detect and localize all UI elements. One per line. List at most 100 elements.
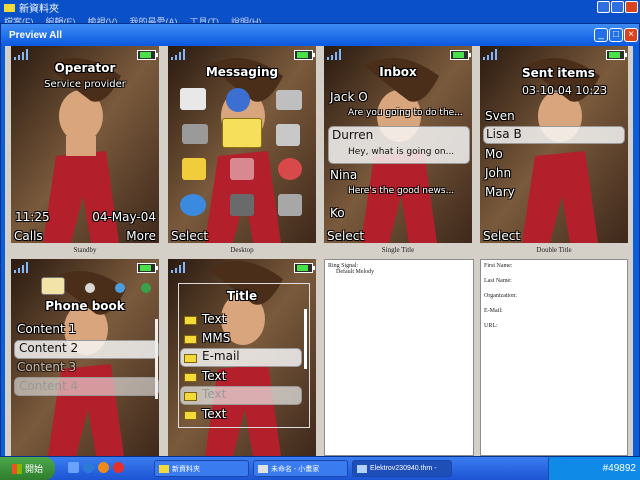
- folder-icon: [184, 316, 197, 325]
- organization-field[interactable]: Organization:: [484, 293, 624, 308]
- inbox-sender[interactable]: Ko: [330, 206, 345, 220]
- list-item-selected[interactable]: E-mail: [202, 349, 240, 363]
- taskbar-button-paint[interactable]: 未命名 - 小畫家: [253, 460, 348, 477]
- inbox-sender-selected[interactable]: Durren: [332, 128, 373, 142]
- tab-dot-icon[interactable]: [141, 283, 151, 293]
- browser-icon[interactable]: [83, 462, 94, 473]
- contact-item[interactable]: Content 3: [17, 360, 76, 374]
- media-player-icon[interactable]: [98, 462, 109, 473]
- scrollbar[interactable]: [304, 309, 307, 369]
- taskbar: 開始 新資料夾 未命名 - 小畫家 Elektrov230940.thm - #…: [0, 457, 640, 480]
- inbox-sender[interactable]: Jack O: [330, 90, 368, 104]
- scrollbar[interactable]: [155, 319, 158, 399]
- first-name-field[interactable]: First Name:: [484, 263, 624, 278]
- desktop-label: Desktop: [230, 246, 254, 254]
- fax-icon[interactable]: [180, 88, 206, 110]
- softkey-calls[interactable]: Calls: [14, 229, 43, 243]
- list-item[interactable]: John: [485, 166, 511, 180]
- taskbar-button-folder[interactable]: 新資料夾: [154, 460, 249, 477]
- folder-icon: [159, 464, 169, 473]
- inbox-preview-selected: Hey, what is going on...: [348, 147, 455, 157]
- close-button[interactable]: ×: [624, 28, 638, 42]
- calendar-icon[interactable]: [230, 194, 254, 216]
- background-close-button[interactable]: [625, 1, 638, 13]
- preview-all-window: Preview All _ □ × Operator Service provi…: [0, 23, 640, 457]
- signal-strength-icon: [327, 49, 341, 60]
- list-item[interactable]: MMS: [202, 331, 230, 345]
- contact-item[interactable]: Content 1: [17, 322, 76, 336]
- list-item[interactable]: Sven: [485, 109, 515, 123]
- single-title-screen[interactable]: Inbox Jack O Are you going to do the... …: [324, 46, 472, 243]
- globe-icon[interactable]: [226, 88, 250, 112]
- contact-item-selected[interactable]: Content 2: [19, 341, 78, 355]
- softkey-more[interactable]: More: [126, 229, 156, 243]
- signal-strength-icon: [171, 49, 185, 60]
- softkey-select[interactable]: Select: [327, 229, 364, 243]
- contact-item[interactable]: Content 4: [19, 379, 78, 393]
- battery-icon: [294, 263, 315, 273]
- signal-strength-icon: [14, 49, 28, 60]
- list-item[interactable]: Mo: [485, 147, 503, 161]
- desktop-shortcut-icon[interactable]: [68, 462, 79, 473]
- background-maximize-button[interactable]: [611, 1, 624, 13]
- standby-screen[interactable]: Operator Service provider 11:25 04-May-0…: [11, 46, 159, 243]
- background-title-text: 新資料夾: [19, 4, 59, 15]
- quick-launch: [68, 462, 124, 473]
- softkey-select[interactable]: Select: [483, 229, 520, 243]
- url-field[interactable]: URL:: [484, 323, 624, 338]
- email-field[interactable]: E-Mail:: [484, 308, 624, 323]
- list-item-selected[interactable]: Lisa B: [486, 127, 522, 141]
- folder-icon: [4, 3, 15, 12]
- settings-wrench-icon[interactable]: [278, 194, 302, 216]
- inbox-preview: Are you going to do the...: [348, 108, 463, 118]
- tray-status-text: #49892: [602, 463, 636, 474]
- inbox-sender[interactable]: Nina: [330, 168, 357, 182]
- radio-icon[interactable]: [276, 90, 302, 110]
- messaging-envelope-icon[interactable]: [222, 118, 262, 148]
- phonebook-title: Phone book: [45, 299, 125, 313]
- minimize-button[interactable]: _: [594, 28, 608, 42]
- sent-items-title: Sent items: [522, 66, 595, 80]
- camera-icon[interactable]: [182, 124, 208, 144]
- service-provider: Service provider: [44, 79, 126, 90]
- softkey-select[interactable]: Select: [171, 229, 208, 243]
- battery-icon: [137, 263, 158, 273]
- inbox-title: Inbox: [379, 65, 417, 79]
- system-tray: #49892: [548, 457, 640, 480]
- double-title-screen[interactable]: Sent items 03-10-04 10:23 Sven Lisa B Mo…: [480, 46, 628, 243]
- start-button[interactable]: 開始: [0, 457, 55, 480]
- desktop-root: 新資料夾 檔案(F) 編輯(E) 檢視(V) 我的最愛(A) 工具(T) 說明(…: [0, 0, 640, 480]
- maximize-button[interactable]: □: [609, 28, 623, 42]
- preview-area: Operator Service provider 11:25 04-May-0…: [5, 46, 633, 456]
- inbox-preview: Here's the good news...: [348, 186, 455, 196]
- list-screen[interactable]: Title Text MMS E-mail Text Text Text: [168, 259, 316, 456]
- sent-items-datetime: 03-10-04 10:23: [522, 84, 608, 97]
- operator-name: Operator: [54, 61, 116, 75]
- tab-dot-icon[interactable]: [115, 283, 125, 293]
- tab-dot-icon[interactable]: [85, 283, 95, 293]
- file-manager-icon[interactable]: [182, 158, 206, 180]
- connectivity-icon[interactable]: [180, 194, 206, 216]
- phonebook-screen[interactable]: Phone book Content 1 Content 2 Content 3…: [11, 259, 159, 456]
- contacts-icon[interactable]: [230, 158, 254, 180]
- selection-highlight: [180, 348, 302, 367]
- record-icon[interactable]: [113, 462, 124, 473]
- list-item[interactable]: Text: [202, 312, 226, 326]
- taskbar-button-label: Elektrov230940.thm -: [370, 465, 437, 472]
- background-minimize-button[interactable]: [597, 1, 610, 13]
- organizer-icon[interactable]: [276, 124, 300, 146]
- list-title: Title: [226, 289, 258, 303]
- ring-signal-value[interactable]: Default Melody: [328, 269, 470, 275]
- list-item[interactable]: Text: [202, 407, 226, 421]
- list-item[interactable]: Mary: [485, 185, 515, 199]
- list-item[interactable]: Text: [202, 369, 226, 383]
- media-icon[interactable]: [278, 158, 302, 180]
- last-name-field[interactable]: Last Name:: [484, 278, 624, 293]
- windows-logo-icon: [11, 463, 22, 474]
- standby-label: Standby: [73, 246, 97, 254]
- phonebook-tab-icon[interactable]: [41, 277, 65, 295]
- desktop-screen[interactable]: Messaging Select: [168, 46, 316, 243]
- battery-icon: [294, 50, 315, 60]
- list-item[interactable]: Text: [202, 387, 226, 401]
- taskbar-button-theme-file[interactable]: Elektrov230940.thm -: [352, 460, 452, 477]
